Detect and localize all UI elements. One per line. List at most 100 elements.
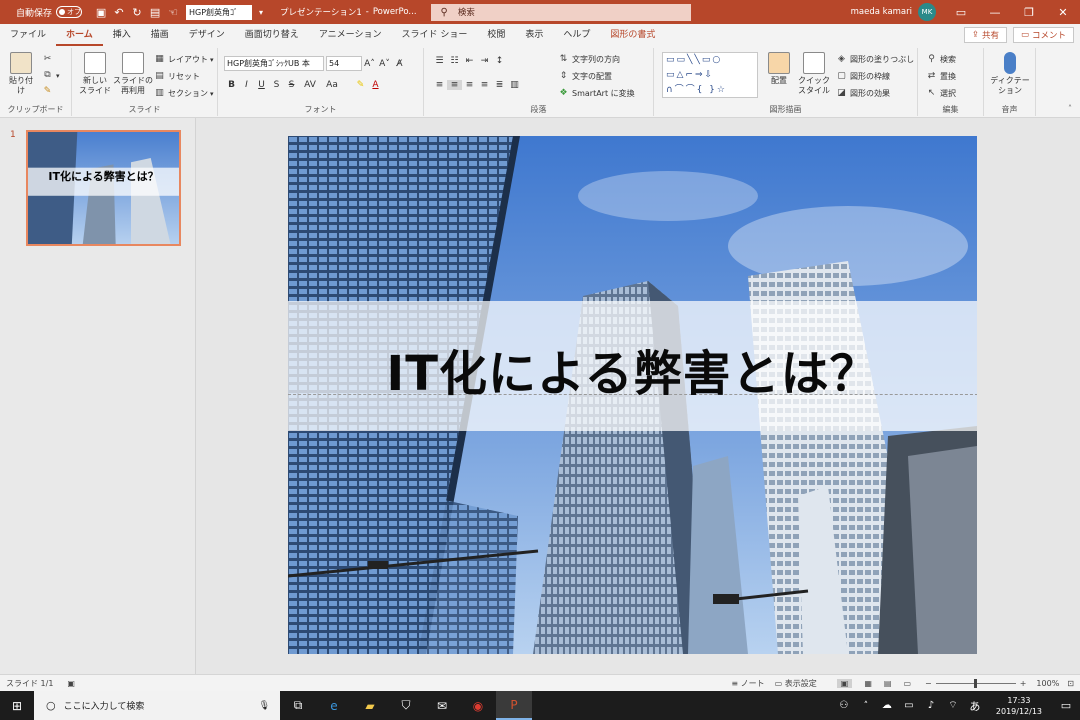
clock[interactable]: 17:33 2019/12/13 (996, 695, 1042, 717)
highlight-icon[interactable]: ✎ (353, 80, 368, 90)
network-icon[interactable]: ⌔ (942, 691, 964, 720)
text-direction-button[interactable]: ⇅ 文字列の方向 (558, 54, 620, 65)
dictate-button[interactable]: ディクテー ション (990, 52, 1030, 96)
volume-icon[interactable]: ♪ (920, 691, 942, 720)
shrink-font-icon[interactable]: A˅ (377, 59, 392, 69)
bold-button[interactable]: B (224, 80, 239, 90)
decrease-indent-icon[interactable]: ⇤ (462, 56, 477, 66)
battery-icon[interactable]: ▭ (898, 691, 920, 720)
copy-button[interactable]: ⧉ ▾ (42, 70, 59, 81)
zoom-out-icon[interactable]: − (925, 679, 932, 688)
tab-design[interactable]: デザイン (179, 24, 235, 46)
slideshow-icon[interactable]: ▤ (146, 3, 164, 21)
windows-start-icon[interactable]: ⊞ (0, 691, 34, 720)
tab-home[interactable]: ホーム (56, 24, 103, 46)
numbering-icon[interactable]: ☷ (447, 56, 462, 66)
format-painter-button[interactable]: ✎ (42, 86, 56, 97)
mail-icon[interactable]: ✉ (424, 691, 460, 720)
paste-button[interactable]: 貼り付け (6, 52, 36, 96)
tab-shape-format[interactable]: 図形の書式 (600, 24, 665, 46)
notes-button[interactable]: ≡ ノート (731, 678, 764, 689)
slide[interactable]: IT化による弊害とは？ (288, 136, 977, 654)
underline-button[interactable]: U (254, 80, 269, 90)
select-button[interactable]: ↖ 選択 (926, 88, 956, 99)
tab-review[interactable]: 校閲 (477, 24, 515, 46)
collapse-ribbon-icon[interactable]: ˄ (1068, 104, 1072, 113)
layout-button[interactable]: ▦ レイアウト ▾ (154, 54, 213, 65)
comments-button[interactable]: ▭ コメント (1012, 27, 1074, 43)
powerpoint-icon[interactable]: P (496, 691, 532, 720)
app-icon[interactable]: ◉ (460, 691, 496, 720)
avatar[interactable]: MK (918, 3, 936, 21)
touch-mode-icon[interactable]: ☜ (164, 3, 182, 21)
grow-font-icon[interactable]: A˄ (362, 59, 377, 69)
normal-view-icon[interactable]: ▣ (836, 678, 853, 688)
tab-animations[interactable]: アニメーション (309, 24, 392, 46)
zoom-slider-handle[interactable] (973, 678, 977, 688)
align-center-icon[interactable]: ≡ (447, 80, 462, 90)
file-explorer-icon[interactable]: ▰ (352, 691, 388, 720)
char-spacing-button[interactable]: AV (299, 80, 321, 90)
shape-effects-button[interactable]: ◪ 図形の効果 (836, 88, 890, 99)
new-slide-button[interactable]: 新しい スライド (78, 52, 112, 96)
accessibility-icon[interactable]: ▣ (67, 679, 75, 688)
redo-icon[interactable]: ↻ (128, 3, 146, 21)
save-icon[interactable]: ▣ (92, 3, 110, 21)
distributed-icon[interactable]: ≣ (492, 80, 507, 90)
columns-icon[interactable]: ▥ (507, 80, 522, 90)
shape-fill-button[interactable]: ◈ 図形の塗りつぶし (836, 54, 914, 65)
qat-font-box[interactable]: HGP創英角ｺﾞ (186, 4, 253, 20)
shape-outline-button[interactable]: ▢ 図形の枠線 (836, 71, 890, 82)
tray-chevron-icon[interactable]: ˄ (856, 691, 876, 720)
bullets-icon[interactable]: ☰ (432, 56, 447, 66)
autosave[interactable]: 自動保存 オフ (16, 0, 83, 24)
quick-styles-button[interactable]: クイック スタイル (796, 52, 832, 96)
zoom-in-icon[interactable]: + (1020, 679, 1027, 688)
notification-icon[interactable]: ▭ (1052, 691, 1080, 720)
undo-icon[interactable]: ↶ (110, 3, 128, 21)
line-spacing-icon[interactable]: ↕ (492, 56, 507, 66)
display-settings-button[interactable]: ▭ 表示設定 (775, 678, 817, 689)
fit-slide-icon[interactable]: ⊡ (1067, 679, 1074, 688)
user-name[interactable]: maeda kamari (851, 7, 912, 17)
zoom-level[interactable]: 100% (1036, 679, 1059, 688)
reading-view-icon[interactable]: ▤ (884, 679, 892, 688)
slide-thumbnail[interactable]: IT化による弊害とは？ (26, 130, 181, 246)
arrange-button[interactable]: 配置 (764, 52, 794, 86)
slide-title[interactable]: IT化による弊害とは？ (288, 334, 977, 404)
strikethrough-button[interactable]: S (284, 80, 299, 90)
sorter-view-icon[interactable]: ▦ (864, 679, 872, 688)
task-view-icon[interactable]: ⧉ (280, 691, 316, 720)
slideshow-view-icon[interactable]: ▭ (903, 679, 911, 688)
tab-slideshow[interactable]: スライド ショー (391, 24, 477, 46)
reuse-slides-button[interactable]: スライドの 再利用 (113, 52, 153, 96)
italic-button[interactable]: I (239, 80, 254, 90)
smartart-button[interactable]: ❖ SmartArt に変換 (558, 88, 634, 99)
section-button[interactable]: ▥ セクション ▾ (154, 88, 213, 99)
onedrive-icon[interactable]: ☁ (876, 691, 898, 720)
cut-button[interactable]: ✂ (42, 54, 56, 65)
font-color-icon[interactable]: A (368, 80, 383, 90)
clear-format-icon[interactable]: A̸ (392, 59, 407, 69)
change-case-button[interactable]: Aa (321, 80, 343, 90)
restore-icon[interactable]: ❐ (1012, 0, 1046, 24)
align-right-icon[interactable]: ≡ (462, 80, 477, 90)
align-text-button[interactable]: ⇕ 文字の配置 (558, 71, 612, 82)
microphone-task-icon[interactable]: 🎙 (259, 701, 270, 711)
increase-indent-icon[interactable]: ⇥ (477, 56, 492, 66)
align-left-icon[interactable]: ≡ (432, 80, 447, 90)
store-icon[interactable]: ⛉ (388, 691, 424, 720)
replace-button[interactable]: ⇄ 置換 (926, 71, 956, 82)
taskbar-search[interactable]: ○ ここに入力して検索 🎙 (34, 691, 280, 720)
shapes-gallery[interactable]: ▭▭╲╲▭○ ▭△⌐⇒⇩ ∩⌒⌒{ }☆ (662, 52, 758, 98)
edge-icon[interactable]: e (316, 691, 352, 720)
font-size-select[interactable]: 54 (326, 56, 362, 71)
search-input[interactable]: ⚲ 検索 (430, 3, 691, 21)
tab-draw[interactable]: 描画 (141, 24, 179, 46)
autosave-toggle[interactable]: オフ (56, 6, 83, 18)
zoom-slider[interactable] (935, 678, 1016, 688)
tab-help[interactable]: ヘルプ (553, 24, 600, 46)
ribbon-display-icon[interactable]: ▭ (944, 0, 978, 24)
ime-indicator[interactable]: あ (964, 691, 986, 720)
find-button[interactable]: ⚲ 検索 (926, 54, 956, 65)
